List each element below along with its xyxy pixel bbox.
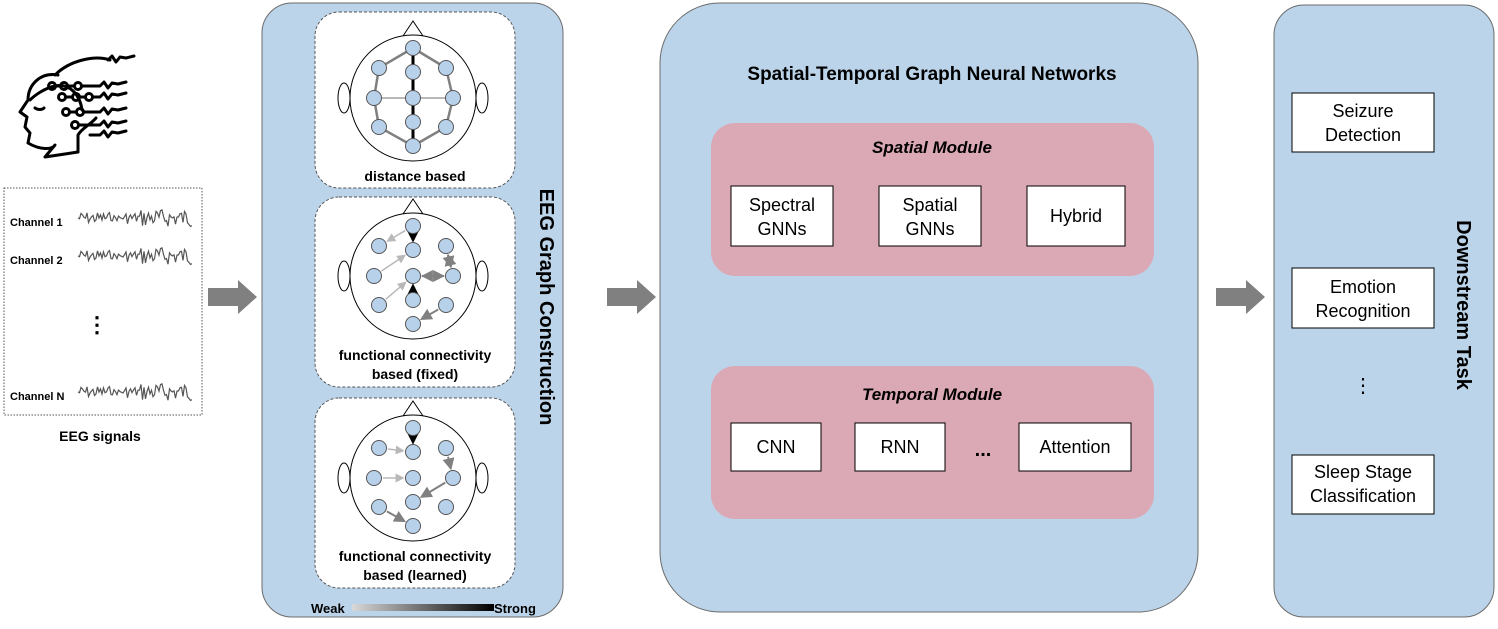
electrode-node: [438, 440, 454, 456]
downstream-panel: Seizure Detection Emotion Recognition ⋮ …: [1273, 4, 1495, 618]
channel-label: Channel N: [10, 391, 64, 403]
ear-icon: [337, 82, 351, 114]
electrode-node: [405, 470, 421, 486]
graph-caption: based (fixed): [372, 366, 458, 382]
box-label: CNN: [757, 437, 796, 457]
graph-caption: distance based: [364, 168, 465, 184]
flow-arrow-icon: [607, 280, 656, 314]
electrode-node: [445, 90, 461, 106]
electrode-node: [405, 138, 421, 154]
electrode-node: [405, 292, 421, 308]
box-label: GNNs: [906, 219, 955, 239]
box-label: Emotion: [1330, 277, 1396, 297]
electrode-node: [371, 297, 387, 313]
attention-box: Attention: [1018, 422, 1132, 472]
electrode-node: [371, 238, 387, 254]
downstream-title: Downstream Task: [1452, 220, 1474, 391]
graph-construction-panel: distance based functional connectivity bas…: [261, 2, 564, 618]
electrode-node: [405, 494, 421, 510]
eeg-gnn-pipeline-diagram: Channel 1 Channel 2 Channel N ⋮ EEG sign…: [3, 2, 1495, 618]
cnn-box: CNN: [730, 422, 822, 472]
spatial-gnns-box: Spatial GNNs: [878, 185, 982, 247]
graph-caption: based (learned): [363, 567, 466, 583]
box-label: RNN: [881, 437, 920, 457]
electrode-node: [371, 440, 387, 456]
electrode-node: [371, 499, 387, 515]
electrode-node: [405, 316, 421, 332]
electrode-node: [366, 470, 382, 486]
eeg-signals-caption: EEG signals: [59, 428, 141, 444]
box-label: GNNs: [758, 219, 807, 239]
channel-ellipsis: ⋮: [86, 312, 108, 337]
box-label: Spatial: [902, 195, 957, 215]
electrode-node: [371, 60, 387, 76]
box-label: Classification: [1310, 486, 1416, 506]
electrode-node: [445, 268, 461, 284]
electrode-node: [445, 470, 461, 486]
legend-strong-label: Strong: [494, 601, 536, 616]
box-label: Seizure: [1332, 101, 1393, 121]
temporal-ellipsis: ...: [975, 439, 992, 461]
electrode-node: [438, 499, 454, 515]
box-label: Attention: [1039, 437, 1110, 457]
head-eeg-icon: [18, 54, 136, 159]
stgnn-title: Spatial-Temporal Graph Neural Networks: [747, 64, 1116, 85]
ear-icon: [475, 462, 489, 494]
rnn-box: RNN: [854, 422, 946, 472]
electrode-node: [438, 60, 454, 76]
electrode-node: [405, 90, 421, 106]
electrode-node: [405, 64, 421, 80]
electrode-node: [405, 218, 421, 234]
ear-icon: [337, 462, 351, 494]
ear-icon: [475, 82, 489, 114]
ear-icon: [337, 260, 351, 292]
task-ellipsis: ⋮: [1353, 375, 1373, 397]
electrode-node: [405, 518, 421, 534]
emotion-recognition-box: Emotion Recognition: [1291, 267, 1435, 329]
seizure-detection-box: Seizure Detection: [1291, 92, 1435, 153]
graph-caption: functional connectivity: [339, 347, 492, 363]
electrode-node: [405, 242, 421, 258]
eeg-signals-panel: Channel 1 Channel 2 Channel N ⋮ EEG sign…: [3, 187, 203, 444]
electrode-node: [405, 444, 421, 460]
graph-caption: functional connectivity: [339, 548, 492, 564]
electrode-node: [366, 268, 382, 284]
box-label: Hybrid: [1050, 206, 1102, 226]
box-label: Detection: [1325, 125, 1401, 145]
channel-label: Channel 2: [10, 255, 63, 267]
legend-weak-label: Weak: [311, 601, 345, 616]
electrode-node: [438, 119, 454, 135]
spectral-gnns-box: Spectral GNNs: [730, 185, 834, 247]
strength-gradient-bar: [352, 604, 494, 611]
spatial-module-title: Spatial Module: [872, 138, 992, 157]
channel-label: Channel 1: [10, 217, 63, 229]
brain-graph-card: functional connectivity based (fixed): [314, 196, 516, 388]
temporal-module-title: Temporal Module: [862, 385, 1002, 404]
flow-arrow-icon: [208, 280, 257, 314]
box-label: Recognition: [1315, 301, 1410, 321]
electrode-node: [438, 238, 454, 254]
electrode-node: [366, 90, 382, 106]
box-label: Sleep Stage: [1314, 462, 1412, 482]
spatial-module: Spatial Module Spectral GNNs Spatial GNN…: [711, 123, 1154, 276]
electrode-node: [405, 40, 421, 56]
electrode-node: [405, 114, 421, 130]
sleep-stage-classification-box: Sleep Stage Classification: [1291, 454, 1435, 515]
brain-graph-card: distance based: [314, 11, 516, 189]
temporal-module: Temporal Module CNN RNN ... Attention: [711, 366, 1154, 519]
electrode-node: [438, 297, 454, 313]
hybrid-box: Hybrid: [1026, 185, 1126, 247]
electrode-node: [405, 268, 421, 284]
electrode-node: [405, 420, 421, 436]
graph-construction-title: EEG Graph Construction: [535, 189, 557, 426]
flow-arrow-icon: [1216, 280, 1265, 314]
ear-icon: [475, 260, 489, 292]
stgnn-panel: Spatial-Temporal Graph Neural Networks S…: [659, 2, 1199, 613]
electrode-node: [371, 119, 387, 135]
brain-graph-card: functional connectivity based (learned): [314, 397, 516, 589]
box-label: Spectral: [749, 195, 815, 215]
